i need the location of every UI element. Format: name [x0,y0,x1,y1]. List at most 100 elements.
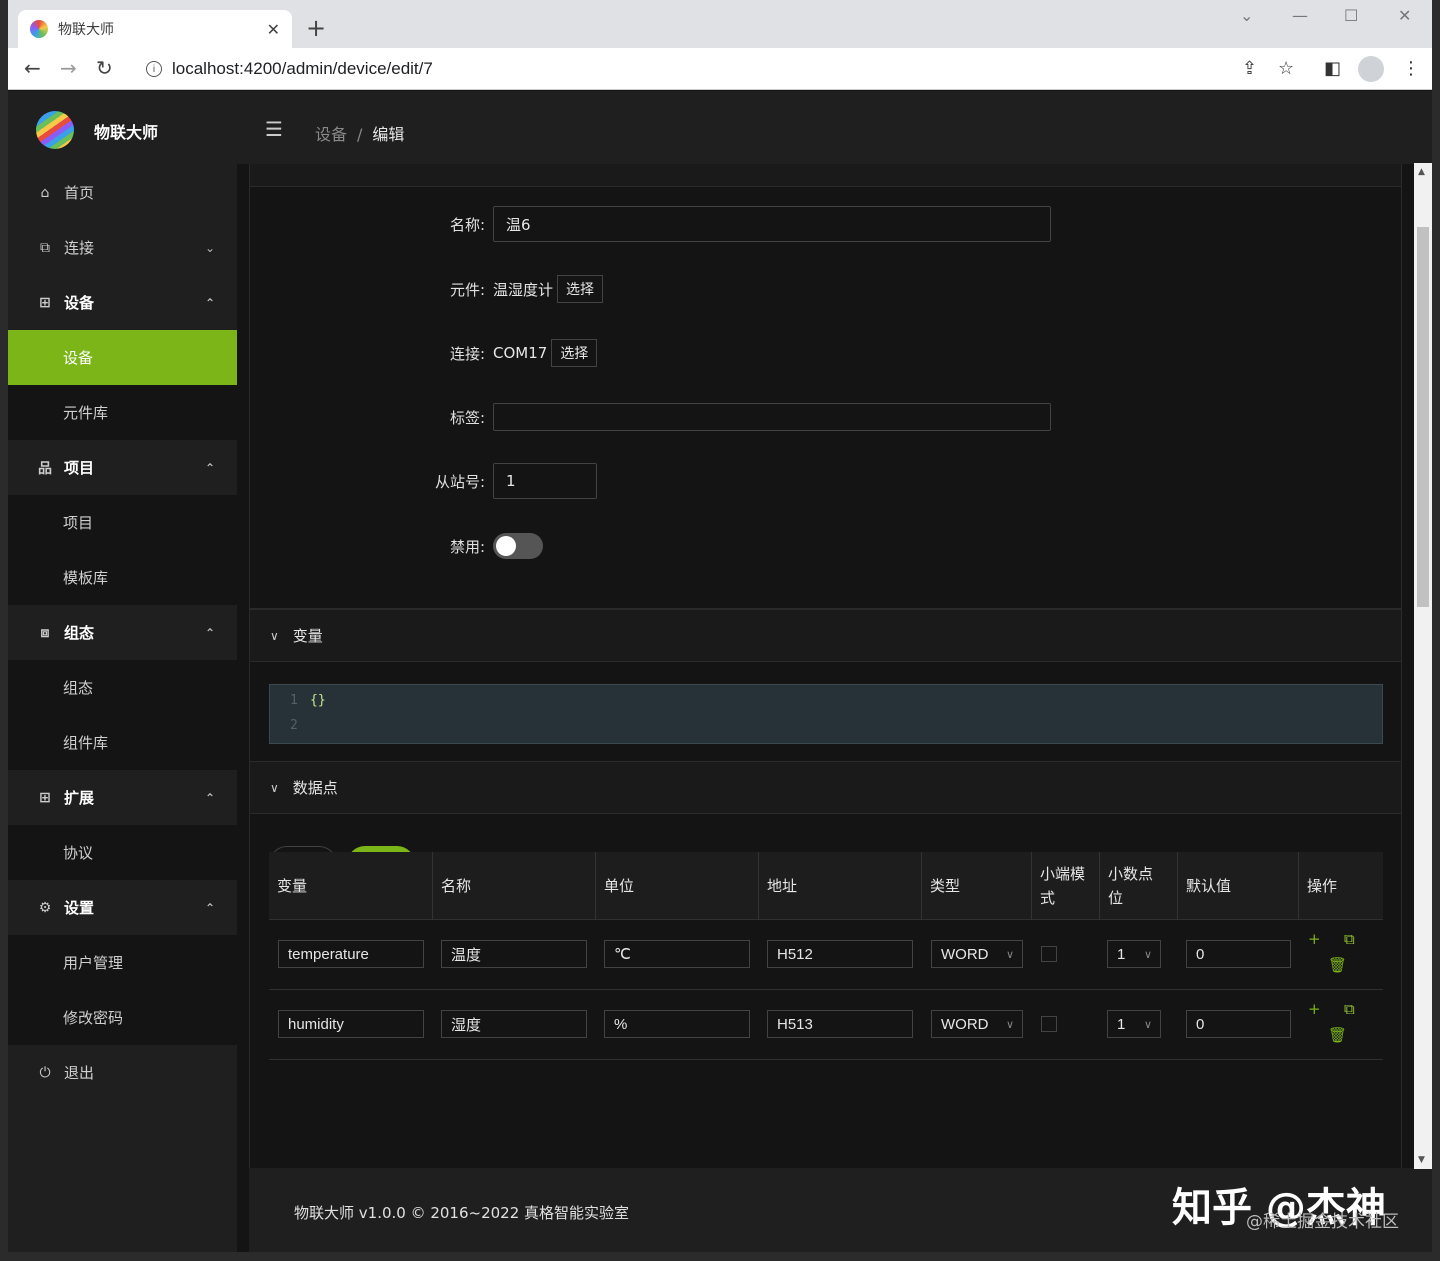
variables-code-editor[interactable]: 1 {} 2 [269,684,1383,744]
col-type: 类型 [921,852,1031,920]
sidebar-menu: ⌂ 首页 ⧉ 连接 ⌄ ⊞ 设备 ⌃ 设备 元件库 品项目 ⌃ 项目 模板库 ⧈ 组态 ⌃ 组态… [8,165,237,1100]
disabled-label: 禁用: [449,537,485,556]
datapoints-table: 变量 名称 单位 地址 类型 小端模式 小数点位 默认值 操作 temperat… [269,852,1383,1060]
sidebar-item-home[interactable]: ⌂ 首页 [8,165,237,220]
sidebar-group-settings[interactable]: ⚙ 设置 ⌃ [8,880,237,935]
sidebar-group-extension[interactable]: ⊞ 扩展 ⌃ [8,770,237,825]
url-field[interactable]: i localhost:4200/admin/device/edit/7 [132,53,1332,85]
sidebar-item-protocol[interactable]: 协议 [8,825,237,880]
address-input[interactable]: H512 [767,940,913,968]
site-info-icon[interactable]: i [146,61,162,77]
forward-icon[interactable]: → [60,56,77,80]
minimize-icon[interactable]: — [1292,6,1308,25]
gear-icon: ⚙ [38,899,52,916]
component-row: 元件: 温湿度计 选择 [250,275,604,303]
reload-icon[interactable]: ↻ [96,56,113,80]
name-label: 名称: [449,215,485,234]
close-tab-icon[interactable]: ✕ [267,20,280,39]
chevron-down-icon: ⌄ [204,240,215,255]
decimals-select[interactable]: 1 ∨ [1107,1010,1161,1038]
default-input[interactable]: 0 [1186,940,1291,968]
maximize-icon[interactable]: ☐ [1344,6,1358,25]
watermark-sub: @稀土掘金技术社区 [1246,1212,1399,1232]
variables-panel: ∨ 变量 1 {} 2 [249,609,1402,762]
scrollbar-thumb[interactable] [1417,227,1429,607]
delete-icon[interactable]: 🗑 [1328,1026,1347,1044]
default-input[interactable]: 0 [1186,1010,1291,1038]
app-name: 物联大师 [94,123,159,142]
scroll-down-icon[interactable]: ▼ [1418,1155,1425,1165]
datapoints-header[interactable]: ∨ 数据点 [250,762,1401,814]
connection-icon: ⧉ [40,239,50,256]
connection-label: 连接: [449,344,485,363]
plus-icon[interactable]: + [1308,1000,1321,1018]
breadcrumb-parent[interactable]: 设备 [315,125,347,144]
browser-menu-icon[interactable]: ⋮ [1402,58,1420,79]
sidebar-item-logout[interactable]: ⏻ 退出 [8,1045,237,1100]
back-icon[interactable]: ← [24,56,41,80]
profile-avatar[interactable] [1358,56,1384,82]
little-endian-checkbox[interactable] [1041,946,1057,962]
connection-select-button[interactable]: 选择 [551,339,598,367]
chevron-up-icon: ⌃ [204,900,215,915]
page-scrollbar[interactable]: ▲ ▼ [1414,163,1432,1169]
sidebar-item-template-lib[interactable]: 模板库 [8,550,237,605]
browser-tab[interactable]: 物联大师 ✕ [18,10,292,48]
tags-input[interactable] [493,403,1051,431]
little-endian-checkbox[interactable] [1041,1016,1057,1032]
disabled-switch[interactable] [493,533,543,559]
sidebar-item-component-lib[interactable]: 元件库 [8,385,237,440]
type-select[interactable]: WORD ∨ [931,1010,1023,1038]
col-little-endian: 小端模式 [1031,852,1099,920]
device-submenu: 设备 元件库 [8,330,237,440]
sidebar-item-change-password[interactable]: 修改密码 [8,990,237,1045]
side-panel-icon[interactable]: ◧ [1324,58,1341,79]
sidebar-group-config[interactable]: ⧈ 组态 ⌃ [8,605,237,660]
new-tab-icon[interactable]: + [306,14,326,42]
name-input[interactable]: 湿度 [441,1010,587,1038]
menu-fold-icon[interactable]: ☰ [265,117,283,141]
type-select[interactable]: WORD ∨ [931,940,1023,968]
plus-icon[interactable]: + [1308,930,1321,948]
col-actions: 操作 [1298,852,1383,920]
variable-input[interactable]: temperature [278,940,424,968]
unit-input[interactable]: % [604,1010,750,1038]
sidebar-item-user-mgmt[interactable]: 用户管理 [8,935,237,990]
copy-icon[interactable]: ⧉ [1344,930,1355,948]
component-select-button[interactable]: 选择 [557,275,604,303]
tab-search-icon[interactable]: ⌄ [1240,6,1253,25]
page-header: ☰ 设备 / 编辑 [237,91,1432,164]
variables-header[interactable]: ∨ 变量 [250,610,1401,662]
app-root: 物联大师 ⌂ 首页 ⧉ 连接 ⌄ ⊞ 设备 ⌃ 设备 元件库 品项目 ⌃ 项目 模板库 ⧈ 组… [8,91,1432,1252]
decimals-select[interactable]: 1 ∨ [1107,940,1161,968]
scroll-up-icon[interactable]: ▲ [1418,167,1425,177]
config-submenu: 组态 组件库 [8,660,237,770]
sidebar-item-widget-lib[interactable]: 组件库 [8,715,237,770]
sidebar: 物联大师 ⌂ 首页 ⧉ 连接 ⌄ ⊞ 设备 ⌃ 设备 元件库 品项目 ⌃ 项目 模板库 ⧈ 组… [8,91,237,1252]
name-input[interactable]: 温6 [493,206,1051,242]
tags-row: 标签: [250,403,1051,431]
datapoints-panel: ∨ 数据点 清空 添加 变量 名称 单位 地址 类型 小端模式 小数点位 默认值 [249,761,1402,1168]
slave-input[interactable]: 1 [493,463,597,499]
connection-row: 连接: COM17 选择 [250,339,598,367]
copy-icon[interactable]: ⧉ [1344,1000,1355,1018]
sidebar-item-project[interactable]: 项目 [8,495,237,550]
sidebar-group-device[interactable]: ⊞ 设备 ⌃ [8,275,237,330]
share-icon[interactable]: ⇪ [1242,58,1257,79]
disabled-row: 禁用: [250,533,543,559]
bookmark-star-icon[interactable]: ☆ [1278,58,1294,79]
component-value: 温湿度计 [493,280,554,299]
tab-bar: 物联大师 ✕ + ⌄ — ☐ ✕ [8,0,1432,48]
unit-input[interactable]: ℃ [604,940,750,968]
logout-icon: ⏻ [39,1064,51,1081]
delete-icon[interactable]: 🗑 [1328,956,1347,974]
address-input[interactable]: H513 [767,1010,913,1038]
sidebar-group-project[interactable]: 品项目 ⌃ [8,440,237,495]
close-window-icon[interactable]: ✕ [1398,6,1411,25]
sidebar-item-config[interactable]: 组态 [8,660,237,715]
variable-input[interactable]: humidity [278,1010,424,1038]
name-input[interactable]: 温度 [441,940,587,968]
chevron-down-icon: ∨ [270,780,279,795]
sidebar-item-connection[interactable]: ⧉ 连接 ⌄ [8,220,237,275]
sidebar-item-device[interactable]: 设备 [8,330,237,385]
